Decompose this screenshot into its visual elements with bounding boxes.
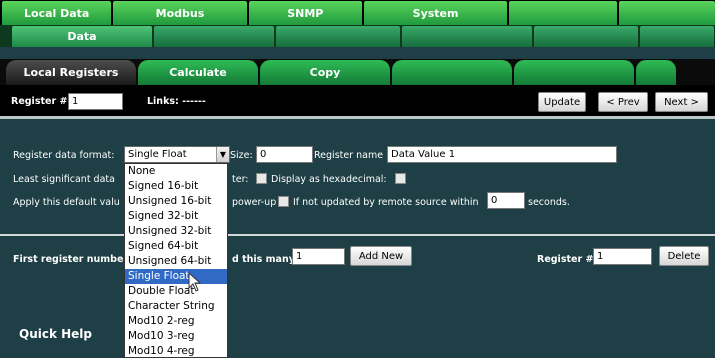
register-name-label: Register name: [314, 150, 384, 161]
powerup-label: power-up: [232, 197, 277, 208]
dropdown-option[interactable]: Unsigned 32-bit: [125, 224, 227, 239]
format-select[interactable]: Single Float ▼: [124, 146, 230, 163]
register-name-input[interactable]: Data Value 1: [387, 146, 617, 163]
subtab-empty-3[interactable]: [402, 26, 532, 47]
dropdown-option[interactable]: Mod10 3-reg: [125, 329, 227, 344]
dropdown-option[interactable]: Character String: [125, 299, 227, 314]
tab-empty-2[interactable]: [618, 1, 715, 25]
lsd-label-tail: ter:: [232, 174, 249, 185]
links-label: Links: ------: [147, 96, 206, 107]
subtab-empty-4[interactable]: [534, 26, 638, 47]
timeout-input[interactable]: 0: [487, 192, 525, 209]
section-divider: [0, 234, 715, 236]
tab-local-registers[interactable]: Local Registers: [6, 60, 136, 85]
subtab-data[interactable]: Data: [12, 26, 152, 47]
size-label: Size:: [230, 150, 253, 161]
notupdated-label: If not updated by remote source within: [293, 197, 479, 208]
prev-button[interactable]: < Prev: [598, 92, 648, 112]
mouse-pointer-icon: [188, 272, 202, 292]
format-label: Register data format:: [13, 150, 115, 161]
dropdown-option[interactable]: Double Float: [125, 284, 227, 299]
tab-modbus[interactable]: Modbus: [113, 1, 247, 25]
hex-checkbox[interactable]: [395, 173, 406, 184]
format-select-value: Single Float: [128, 149, 187, 160]
register-number-label: Register #: [11, 96, 68, 107]
subtab-empty-5[interactable]: [640, 26, 714, 47]
dropdown-option-selected[interactable]: Single Float: [125, 269, 227, 284]
default-label: Apply this default valu: [13, 197, 120, 208]
secondary-nav: Data: [0, 25, 715, 47]
notupdated-checkbox[interactable]: [278, 196, 289, 207]
tertiary-nav: Local Registers Calculate Copy: [0, 59, 715, 85]
size-input[interactable]: 0: [256, 146, 313, 163]
tab-snmp[interactable]: SNMP: [248, 1, 362, 25]
hex-label: Display as hexadecimal:: [271, 174, 387, 185]
dropdown-option[interactable]: Unsigned 64-bit: [125, 254, 227, 269]
quick-help-heading: Quick Help: [19, 327, 93, 341]
delete-register-input[interactable]: 1: [593, 248, 652, 265]
tab-system[interactable]: System: [363, 1, 508, 25]
dropdown-option[interactable]: None: [125, 164, 227, 179]
primary-nav: Local Data Modbus SNMP System: [0, 0, 715, 25]
seconds-label: seconds.: [528, 197, 570, 208]
dropdown-option[interactable]: Unsigned 16-bit: [125, 194, 227, 209]
many-label: d this many:: [232, 254, 299, 265]
register-number-input[interactable]: 1: [68, 93, 123, 110]
tab-empty-1[interactable]: [509, 1, 617, 25]
delete-register-label: Register #: [537, 254, 594, 265]
tab-empty-3[interactable]: [392, 60, 512, 85]
subtab-empty-1[interactable]: [154, 26, 274, 47]
next-button[interactable]: Next >: [655, 92, 708, 112]
tab-empty-5[interactable]: [636, 60, 676, 85]
tab-local-data[interactable]: Local Data: [2, 1, 112, 25]
dropdown-option[interactable]: Mod10 4-reg: [125, 344, 227, 358]
dropdown-option[interactable]: Signed 16-bit: [125, 179, 227, 194]
many-input[interactable]: 1: [292, 248, 345, 265]
tab-copy[interactable]: Copy: [260, 60, 390, 85]
register-toolbar: Register # 1 Links: ------ Update < Prev…: [0, 85, 715, 119]
lsd-label: Least significant data: [13, 174, 115, 185]
tab-calculate[interactable]: Calculate: [138, 60, 258, 85]
dropdown-option[interactable]: Signed 64-bit: [125, 239, 227, 254]
lsd-checkbox[interactable]: [256, 173, 267, 184]
dropdown-option[interactable]: Mod10 2-reg: [125, 314, 227, 329]
tab-empty-4[interactable]: [514, 60, 634, 85]
delete-button[interactable]: Delete: [659, 246, 709, 266]
subtab-empty-2[interactable]: [276, 26, 400, 47]
update-button[interactable]: Update: [538, 92, 586, 112]
add-new-button[interactable]: Add New: [350, 246, 412, 266]
chevron-down-icon[interactable]: ▼: [216, 147, 229, 162]
format-dropdown-list: None Signed 16-bit Unsigned 16-bit Signe…: [124, 163, 228, 358]
dropdown-option[interactable]: Signed 32-bit: [125, 209, 227, 224]
first-register-label: First register number t: [13, 254, 136, 265]
